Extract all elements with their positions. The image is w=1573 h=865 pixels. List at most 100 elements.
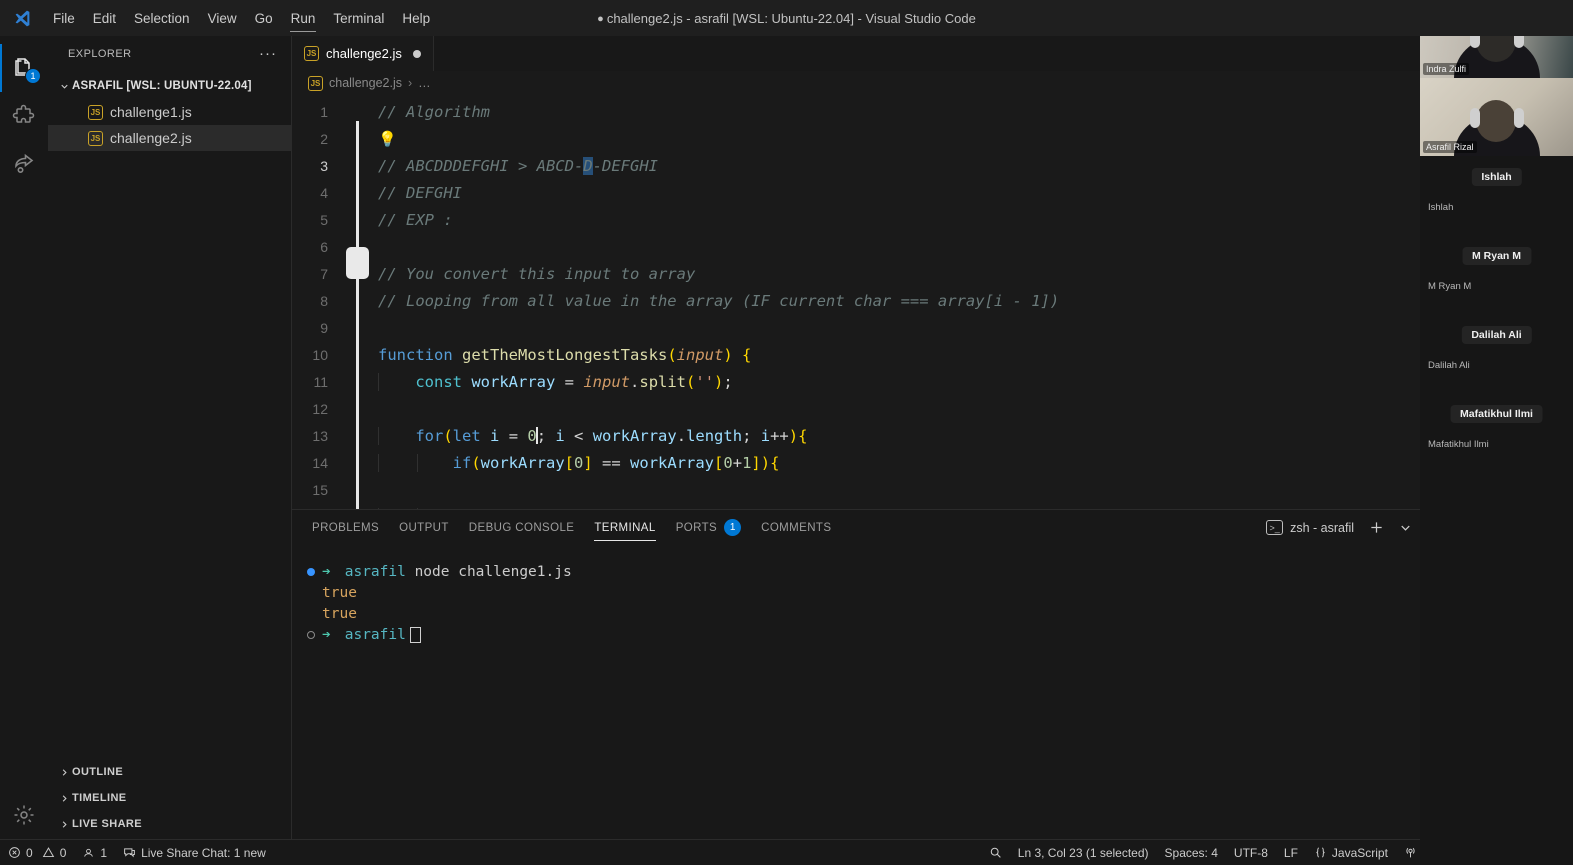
panel-tab-label: DEBUG CONSOLE (468, 521, 575, 534)
video-call-rail: Indra Zulfi Asrafil Rizal Ishlah Ishlah … (1420, 0, 1573, 865)
section-live-share[interactable]: LIVE SHARE (48, 811, 291, 837)
menu-help[interactable]: Help (393, 0, 439, 36)
line-number: 16 (292, 509, 350, 510)
participant-mafatikhul-ilmi[interactable]: Mafatikhul Ilmi Mafatikhul Ilmi (1420, 393, 1573, 472)
participant-chip: Mafatikhul Ilmi (1450, 405, 1543, 423)
tree-file-challenge1[interactable]: JS challenge1.js (48, 99, 291, 125)
menu-terminal[interactable]: Terminal (324, 0, 393, 36)
explorer-collapsed-sections: OUTLINE TIMELINE LIVE SHARE (48, 759, 291, 839)
section-timeline[interactable]: TIMELINE (48, 785, 291, 811)
section-outline[interactable]: OUTLINE (48, 759, 291, 785)
terminal-output-text: true (322, 584, 357, 601)
js-file-icon: JS (304, 46, 319, 61)
menu-go[interactable]: Go (246, 0, 282, 36)
gear-icon[interactable] (0, 791, 48, 839)
line-number: 10 (312, 346, 328, 363)
status-live-share-chat[interactable]: Live Share Chat: 1 new (115, 840, 274, 865)
code-line: 11 const workArray = input.split(''); (292, 368, 1573, 395)
status-warnings-count: 0 (59, 845, 67, 860)
line-content: // You convert this input to array (378, 264, 696, 283)
terminal-line: true (300, 582, 1573, 603)
title-bar: File Edit Selection View Go Run Terminal… (0, 0, 1573, 36)
line-content: // ABCDDDEFGHI > ABCD-D-DEFGHI (378, 156, 658, 175)
code-line: 10 function getTheMostLongestTasks(input… (292, 341, 1573, 368)
video-tile-asrafil[interactable]: Asrafil Rizal (1420, 78, 1573, 156)
status-search[interactable] (981, 840, 1010, 865)
terminal-output-text: true (322, 605, 357, 622)
breadcrumb-file[interactable]: challenge2.js (329, 76, 402, 90)
code-line: 16 } (292, 503, 1573, 509)
status-cursor-position[interactable]: Ln 3, Col 23 (1 selected) (1010, 840, 1157, 865)
menu-view[interactable]: View (199, 0, 246, 36)
activity-bar: 1 (0, 36, 48, 839)
terminal-output[interactable]: ➔ asrafil node challenge1.js true true ➔… (292, 545, 1573, 839)
participant-m-ryan-m[interactable]: M Ryan M M Ryan M (1420, 235, 1573, 314)
eol-text: LF (1283, 845, 1298, 860)
terminal-instance-selector[interactable]: >_ zsh - asrafil (1260, 520, 1360, 535)
line-content: const workArray = input.split(''); (350, 372, 733, 391)
tab-comments[interactable]: COMMENTS (751, 510, 841, 545)
chat-icon (124, 848, 135, 858)
line-number: 9 (320, 319, 328, 336)
activity-item-explorer[interactable]: 1 (0, 44, 48, 92)
participant-ishlah[interactable]: Ishlah Ishlah (1420, 156, 1573, 235)
tree-file-label: challenge2.js (110, 130, 192, 146)
unsaved-indicator: ● (597, 13, 604, 26)
menu-bar[interactable]: File Edit Selection View Go Run Terminal… (44, 0, 439, 36)
terminal-instance-label: zsh - asrafil (1290, 520, 1354, 535)
code-editor[interactable]: 1 // Algorithm 2 💡 3 // ABCDDDEFGHI > AB… (292, 95, 1573, 509)
live-share-icon (84, 848, 94, 857)
menu-selection[interactable]: Selection (125, 0, 199, 36)
status-problems[interactable]: 0 0 (0, 840, 74, 865)
participant-label: Dalilah Ali (1428, 360, 1470, 371)
editor-tab-challenge2[interactable]: JS challenge2.js (292, 36, 434, 71)
activity-item-live-share[interactable] (0, 140, 48, 188)
code-line: 4 // DEFGHI (292, 179, 1573, 206)
tab-terminal[interactable]: TERMINAL (584, 510, 665, 545)
status-encoding[interactable]: UTF-8 (1226, 840, 1276, 865)
lightbulb-icon[interactable]: 💡 (378, 130, 397, 148)
chevron-down-icon[interactable] (1392, 515, 1418, 541)
status-live-share-sessions[interactable]: 1 (74, 840, 115, 865)
status-eol[interactable]: LF (1276, 840, 1306, 865)
code-line: 5 // EXP : (292, 206, 1573, 233)
terminal-command: node challenge1.js (405, 563, 572, 580)
tab-problems[interactable]: PROBLEMS (302, 510, 389, 545)
search-icon (990, 847, 1001, 858)
participant-chip: Ishlah (1471, 168, 1522, 186)
menu-edit[interactable]: Edit (84, 0, 125, 36)
editor-group: JS challenge2.js JS challenge2.js › … 1 … (292, 36, 1573, 839)
more-actions-icon[interactable]: ··· (253, 46, 283, 61)
tree-root-label: ASRAFIL [WSL: UBUNTU-22.04] (72, 80, 252, 92)
editor-scrollbar-thumb[interactable] (346, 247, 369, 279)
tree-file-challenge2[interactable]: JS challenge2.js (48, 125, 291, 151)
tab-ports[interactable]: PORTS 1 (666, 510, 751, 545)
menu-file[interactable]: File (44, 0, 84, 36)
breadcrumb-trail[interactable]: … (418, 76, 431, 90)
breadcrumb: JS challenge2.js › … (292, 71, 1573, 95)
participant-chip: Dalilah Ali (1461, 326, 1532, 344)
panel-tab-label: TERMINAL (594, 521, 656, 534)
tab-debug-console[interactable]: DEBUG CONSOLE (459, 510, 585, 545)
participant-label: Ishlah (1428, 202, 1454, 213)
command-decoration-success (300, 567, 322, 576)
line-number: 14 (312, 454, 328, 471)
line-number: 6 (320, 238, 328, 255)
participant-dalilah-ali[interactable]: Dalilah Ali Dalilah Ali (1420, 314, 1573, 393)
new-terminal-button[interactable] (1363, 515, 1389, 541)
tree-root-folder[interactable]: ASRAFIL [WSL: UBUNTU-22.04] (48, 73, 291, 99)
menu-run[interactable]: Run (282, 0, 325, 36)
explorer-tree: ASRAFIL [WSL: UBUNTU-22.04] JS challenge… (48, 71, 291, 759)
line-number: 2 (320, 130, 328, 147)
explorer-header: EXPLORER ··· (48, 36, 291, 71)
status-language-mode[interactable]: JavaScript (1306, 840, 1396, 865)
explorer-badge: 1 (25, 68, 41, 84)
video-tile-name: Asrafil Rizal (1423, 141, 1477, 153)
prompt-arrow-icon: ➔ (322, 626, 331, 643)
tab-output[interactable]: OUTPUT (389, 510, 459, 545)
unsaved-dot-icon[interactable] (412, 49, 421, 58)
status-live-share-chat-label: Live Share Chat: 1 new (141, 845, 266, 860)
activity-item-extensions[interactable] (0, 92, 48, 140)
status-indentation[interactable]: Spaces: 4 (1157, 840, 1226, 865)
editor-scrollbar[interactable] (356, 121, 359, 509)
